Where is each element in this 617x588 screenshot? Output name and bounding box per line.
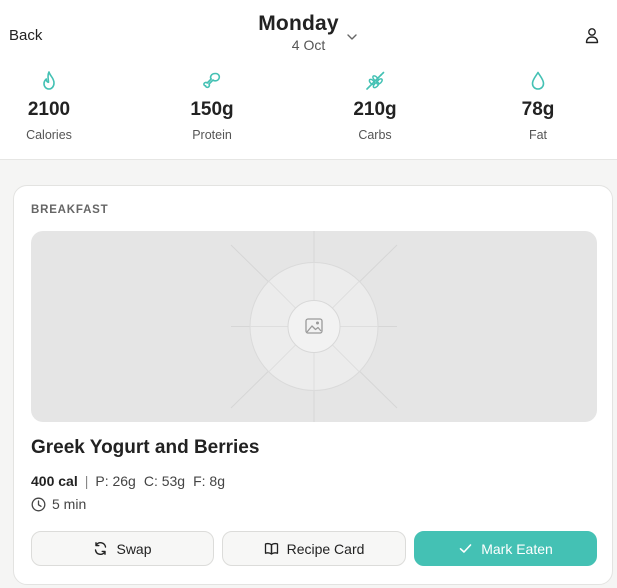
swap-button[interactable]: Swap [31,531,214,566]
swap-label: Swap [116,540,152,557]
mark-eaten-label: Mark Eaten [481,540,553,557]
carbs-value: 210g [353,99,397,120]
prep-time-value: 5 min [52,496,87,512]
book-open-icon [264,542,278,555]
calories-value: 2100 [27,99,71,120]
macro-fat: 78g Fat [478,70,598,142]
meal-calories: 400 cal [31,473,78,489]
meal-card: BREAKFAST Greek Yogurt and Berries 400 c… [13,185,613,585]
recipe-card-button[interactable]: Recipe Card [222,531,406,566]
macro-summary: 2100 Calories 150g Protein 210g Carbs 78… [0,70,617,150]
drumstick-icon [203,72,221,89]
calories-label: Calories [26,128,72,142]
macro-carbs: 210g Carbs [315,70,435,142]
prep-time: 5 min [31,496,86,512]
mark-eaten-button[interactable]: Mark Eaten [414,531,597,566]
meal-protein: P: 26g [95,473,136,489]
refresh-icon [95,541,107,556]
meal-fat: F: 8g [193,473,225,489]
chevron-down-icon [347,34,357,40]
clock-icon [31,497,46,511]
day-date: 4 Oct [291,37,326,53]
carbs-label: Carbs [358,128,392,142]
fat-label: Fat [528,128,548,142]
day-name: Monday [258,12,339,35]
meal-image-placeholder [31,231,597,422]
header: Back Monday 4 Oct 2100 Calories 150g Pro… [0,0,617,160]
macro-protein: 150g Protein [152,70,272,142]
user-icon[interactable] [584,27,600,44]
protein-label: Protein [192,128,232,142]
protein-value: 150g [190,99,234,120]
meal-carbs: C: 53g [143,473,186,489]
recipe-card-label: Recipe Card [286,540,365,557]
droplet-icon [531,71,545,90]
day-selector: Monday 4 Oct [0,12,617,53]
flame-icon [43,71,55,90]
nutrition-separator: | [84,473,89,489]
meal-type-label: BREAKFAST [31,204,109,216]
wheat-icon [366,71,385,90]
day-dropdown[interactable]: Monday [258,12,359,40]
fat-value: 78g [521,99,555,120]
meal-nutrition: 400 cal | P: 26g C: 53g F: 8g [31,473,233,489]
check-icon [459,544,472,553]
macro-calories: 2100 Calories [0,70,109,142]
meal-title: Greek Yogurt and Berries [31,437,260,458]
